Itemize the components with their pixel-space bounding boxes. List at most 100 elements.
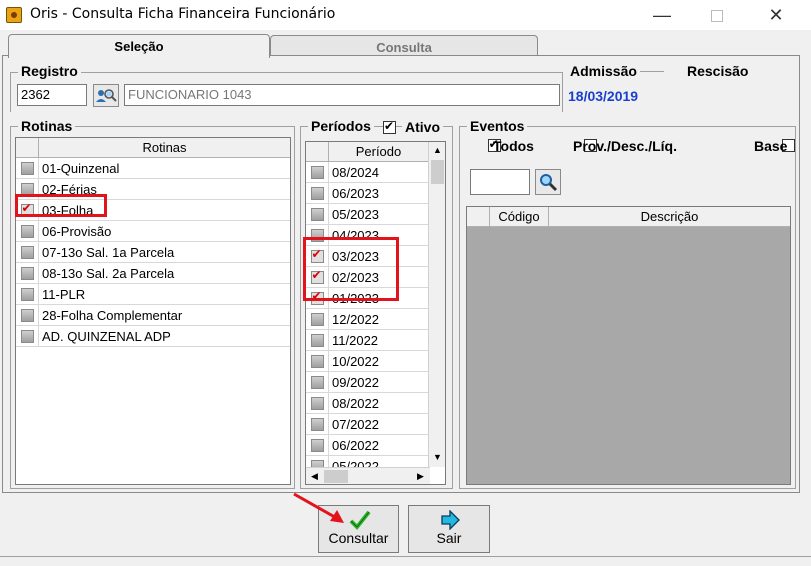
periodo-row[interactable]: 09/2022 xyxy=(306,372,428,393)
checkbox[interactable] xyxy=(20,245,34,259)
scroll-thumb-horizontal[interactable] xyxy=(324,470,348,483)
row-checkbox-cell[interactable] xyxy=(16,305,39,325)
checkbox[interactable] xyxy=(310,375,324,389)
row-checkbox-cell[interactable] xyxy=(16,158,39,178)
rotinas-group-label: Rotinas xyxy=(18,118,76,134)
maximize-icon xyxy=(711,10,723,23)
codigo-column-header[interactable]: Código xyxy=(490,207,549,226)
row-checkbox-cell[interactable] xyxy=(16,326,39,346)
row-checkbox-cell[interactable] xyxy=(306,351,329,371)
periodos-group-label: Períodos xyxy=(308,118,374,134)
eventos-search-button[interactable] xyxy=(535,169,561,195)
checkbox[interactable] xyxy=(310,417,324,431)
periodo-row[interactable]: 08/2022 xyxy=(306,393,428,414)
todos-label: Todos xyxy=(493,138,534,154)
periodo-row-label: 12/2022 xyxy=(332,311,379,327)
periodo-row[interactable]: 06/2023 xyxy=(306,183,428,204)
checkbox[interactable] xyxy=(20,287,34,301)
periodo-row-label: 06/2023 xyxy=(332,185,379,201)
checkbox[interactable] xyxy=(310,396,324,410)
checkbox[interactable] xyxy=(310,186,324,200)
rotinas-column-header[interactable]: Rotinas xyxy=(39,138,290,157)
periodo-row[interactable]: 11/2022 xyxy=(306,330,428,351)
rotina-row-label: 01-Quinzenal xyxy=(42,160,120,176)
minimize-button[interactable]: — xyxy=(639,0,685,30)
employee-search-button[interactable] xyxy=(93,84,119,107)
periodo-row-label: 08/2024 xyxy=(332,164,379,180)
sair-label: Sair xyxy=(436,530,462,546)
rotina-row[interactable]: AD. QUINZENAL ADP xyxy=(16,326,290,347)
checkbox[interactable] xyxy=(20,161,34,175)
annotation-arrow-icon xyxy=(293,492,344,523)
periodo-row-label: 07/2022 xyxy=(332,416,379,432)
checkbox[interactable] xyxy=(20,266,34,280)
rotina-row[interactable]: 01-Quinzenal xyxy=(16,158,290,179)
checkbox[interactable] xyxy=(20,224,34,238)
row-checkbox-cell[interactable] xyxy=(306,414,329,434)
rotina-row-label: 28-Folha Complementar xyxy=(42,307,183,323)
registro-input[interactable]: 2362 xyxy=(17,84,87,106)
ativo-checkbox[interactable] xyxy=(383,119,396,134)
periodo-row[interactable]: 06/2022 xyxy=(306,435,428,456)
periodo-row[interactable]: 05/2023 xyxy=(306,204,428,225)
periodo-row[interactable]: 12/2022 xyxy=(306,309,428,330)
periodo-column-header[interactable]: Período xyxy=(329,142,428,161)
row-checkbox-cell[interactable] xyxy=(306,162,329,182)
scroll-right-arrow-icon[interactable]: ▶ xyxy=(412,468,429,484)
header-check-cell xyxy=(16,138,39,157)
row-checkbox-cell[interactable] xyxy=(16,263,39,283)
close-button[interactable]: ✕ xyxy=(753,0,799,30)
checkbox[interactable] xyxy=(310,207,324,221)
row-checkbox-cell[interactable] xyxy=(16,242,39,262)
row-checkbox-cell[interactable] xyxy=(306,309,329,329)
row-checkbox-cell[interactable] xyxy=(306,183,329,203)
tab-selecao[interactable]: Seleção xyxy=(8,34,270,58)
rotina-row[interactable]: 06-Provisão xyxy=(16,221,290,242)
periodo-row[interactable]: 07/2022 xyxy=(306,414,428,435)
rotina-row[interactable]: 28-Folha Complementar xyxy=(16,305,290,326)
admissao-date: 18/03/2019 xyxy=(568,88,639,104)
sair-button[interactable]: Sair xyxy=(408,505,490,553)
base-label: Base xyxy=(754,138,788,154)
descricao-column-header[interactable]: Descrição xyxy=(549,207,790,226)
checkbox[interactable] xyxy=(310,312,324,326)
checkbox[interactable] xyxy=(310,354,324,368)
rotina-row[interactable]: 11-PLR xyxy=(16,284,290,305)
periodo-row-label: 08/2022 xyxy=(332,395,379,411)
rotina-row-label: 11-PLR xyxy=(42,286,86,302)
people-search-icon xyxy=(96,89,117,102)
rotina-row[interactable]: 08-13o Sal. 2a Parcela xyxy=(16,263,290,284)
checkbox[interactable] xyxy=(310,165,324,179)
checkbox[interactable] xyxy=(310,438,324,452)
checkbox[interactable] xyxy=(20,329,34,343)
eventos-group-label: Eventos xyxy=(467,118,528,134)
row-checkbox-cell[interactable] xyxy=(306,393,329,413)
periodo-row-label: 11/2022 xyxy=(332,332,379,348)
consultar-label: Consultar xyxy=(328,530,389,546)
rotina-row-label: 07-13o Sal. 1a Parcela xyxy=(42,244,175,260)
periodo-row[interactable]: 10/2022 xyxy=(306,351,428,372)
periodo-row-label: 09/2022 xyxy=(332,374,379,390)
row-checkbox-cell[interactable] xyxy=(306,372,329,392)
scroll-thumb[interactable] xyxy=(431,160,444,184)
periodos-vertical-scrollbar[interactable]: ▲ ▼ xyxy=(428,142,445,467)
periodos-list-header: Período xyxy=(306,142,428,162)
scroll-left-arrow-icon[interactable]: ◀ xyxy=(306,468,323,484)
header-check-cell xyxy=(306,142,329,161)
row-checkbox-cell[interactable] xyxy=(16,221,39,241)
maximize-button[interactable] xyxy=(694,0,740,30)
checkbox[interactable] xyxy=(310,333,324,347)
admissao-label: Admissão xyxy=(567,63,640,79)
row-checkbox-cell[interactable] xyxy=(16,284,39,304)
scroll-down-arrow-icon[interactable]: ▼ xyxy=(429,449,445,466)
eventos-search-input[interactable] xyxy=(470,169,530,195)
scroll-up-arrow-icon[interactable]: ▲ xyxy=(429,142,445,159)
periodos-horizontal-scrollbar[interactable]: ◀ ▶ xyxy=(306,467,430,484)
row-checkbox-cell[interactable] xyxy=(306,330,329,350)
checkbox[interactable] xyxy=(20,308,34,322)
periodo-row-label: 10/2022 xyxy=(332,353,379,369)
row-checkbox-cell[interactable] xyxy=(306,435,329,455)
row-checkbox-cell[interactable] xyxy=(306,204,329,224)
rotina-row[interactable]: 07-13o Sal. 1a Parcela xyxy=(16,242,290,263)
periodo-row[interactable]: 08/2024 xyxy=(306,162,428,183)
